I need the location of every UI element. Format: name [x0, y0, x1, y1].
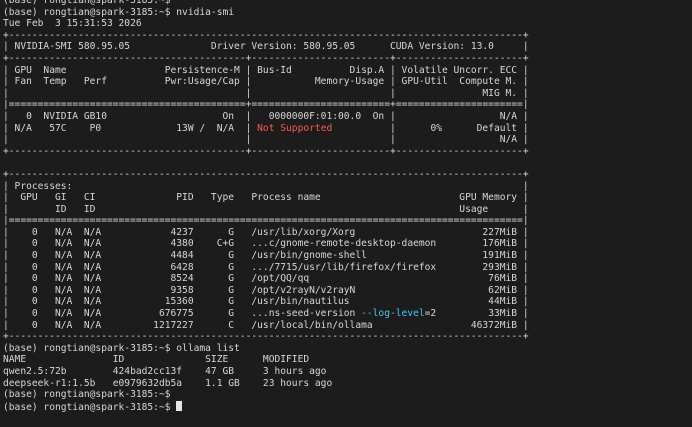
- terminal-line: | Fan Temp Perf Pwr:Usage/Cap | Memory-U…: [3, 76, 529, 88]
- text-cursor: [176, 400, 183, 411]
- terminal-line: | 0 N/A N/A 1217227 C /usr/local/bin/oll…: [3, 319, 529, 331]
- highlight-red: Not Supported: [257, 122, 333, 134]
- terminal-line: | GPU Name Persistence-M | Bus-Id Disp.A…: [3, 64, 529, 76]
- terminal-line: +---------------------------------------…: [3, 29, 529, 41]
- terminal-line: | | | N/A |: [3, 134, 529, 146]
- terminal-line: | Processes: |: [3, 180, 529, 192]
- terminal-line: +---------------------------------------…: [3, 331, 529, 343]
- terminal-line: | 0 N/A N/A 8524 G /opt/QQ/qq 76MiB |: [3, 273, 529, 285]
- terminal-window[interactable]: (base) rongtian@spark-3185:~$ (base) rong…: [0, 0, 692, 427]
- terminal-output: (base) rongtian@spark-3185:~$ (base) rong…: [3, 0, 529, 413]
- terminal-line: |=======================================…: [3, 215, 529, 227]
- terminal-line: | 0 N/A N/A 4237 G /usr/lib/xorg/Xorg 22…: [3, 226, 529, 238]
- line-segment: =2 33MiB |: [424, 308, 529, 320]
- terminal-line: NAME ID SIZE MODIFIED: [3, 354, 310, 366]
- terminal-line: | 0 N/A N/A 6428 G .../7715/usr/lib/fire…: [3, 261, 529, 273]
- terminal-line: | N/A 57C P0 13W / N/A | Not Supported |…: [3, 123, 529, 135]
- terminal-line: +---------------------------------------…: [3, 168, 529, 180]
- line-segment: | 0 N/A N/A 676775 G ...ns-seed-version: [3, 308, 362, 320]
- line-segment: | N/A 57C P0 13W / N/A |: [3, 122, 258, 134]
- terminal-line: | GPU GI CI PID Type Process name GPU Me…: [3, 192, 529, 204]
- terminal-line: +---------------------------------------…: [3, 52, 529, 64]
- highlight-cyan: --log-level: [361, 308, 425, 320]
- terminal-line: Tue Feb 3 15:31:53 2026: [3, 18, 142, 30]
- terminal-line: | 0 NVIDIA GB10 On | 0000000F:01:00.0 On…: [3, 110, 529, 122]
- terminal-line: | | | MIG M. |: [3, 87, 529, 99]
- terminal-line: | ID ID Usage |: [3, 203, 529, 215]
- terminal-line: (base) rongtian@spark-3185:~$: [3, 400, 529, 413]
- line-segment: | 0% Default |: [332, 122, 529, 134]
- terminal-line: | 0 N/A N/A 9358 G /opt/v2rayN/v2rayN 62…: [3, 284, 529, 296]
- terminal-line: deepseek-r1:1.5b e0979632db5a 1.1 GB 23 …: [3, 377, 333, 389]
- terminal-line: | NVIDIA-SMI 580.95.05 Driver Version: 5…: [3, 41, 529, 53]
- terminal-line: | 0 N/A N/A 4484 G /usr/bin/gnome-shell …: [3, 250, 529, 262]
- terminal-line: | 0 N/A N/A 4380 C+G ...c/gnome-remote-d…: [3, 238, 529, 250]
- terminal-line: (base) rongtian@spark-3185:~$: [3, 389, 171, 401]
- terminal-line: +---------------------------------------…: [3, 145, 529, 157]
- terminal-line: (base) rongtian@spark-3185:~$ ollama lis…: [3, 342, 240, 354]
- terminal-line: (base) rongtian@spark-3185:~$ nvidia-smi: [3, 6, 235, 18]
- terminal-line: qwen2.5:72b 424bad2cc13f 47 GB 3 hours a…: [3, 366, 327, 377]
- terminal-line: (base) rongtian@spark-3185:~$: [3, 0, 171, 6]
- terminal-line: | 0 N/A N/A 676775 G ...ns-seed-version …: [3, 308, 529, 320]
- terminal-line: | 0 N/A N/A 15360 G /usr/bin/nautilus 44…: [3, 296, 529, 308]
- terminal-line: |=======================================…: [3, 99, 529, 111]
